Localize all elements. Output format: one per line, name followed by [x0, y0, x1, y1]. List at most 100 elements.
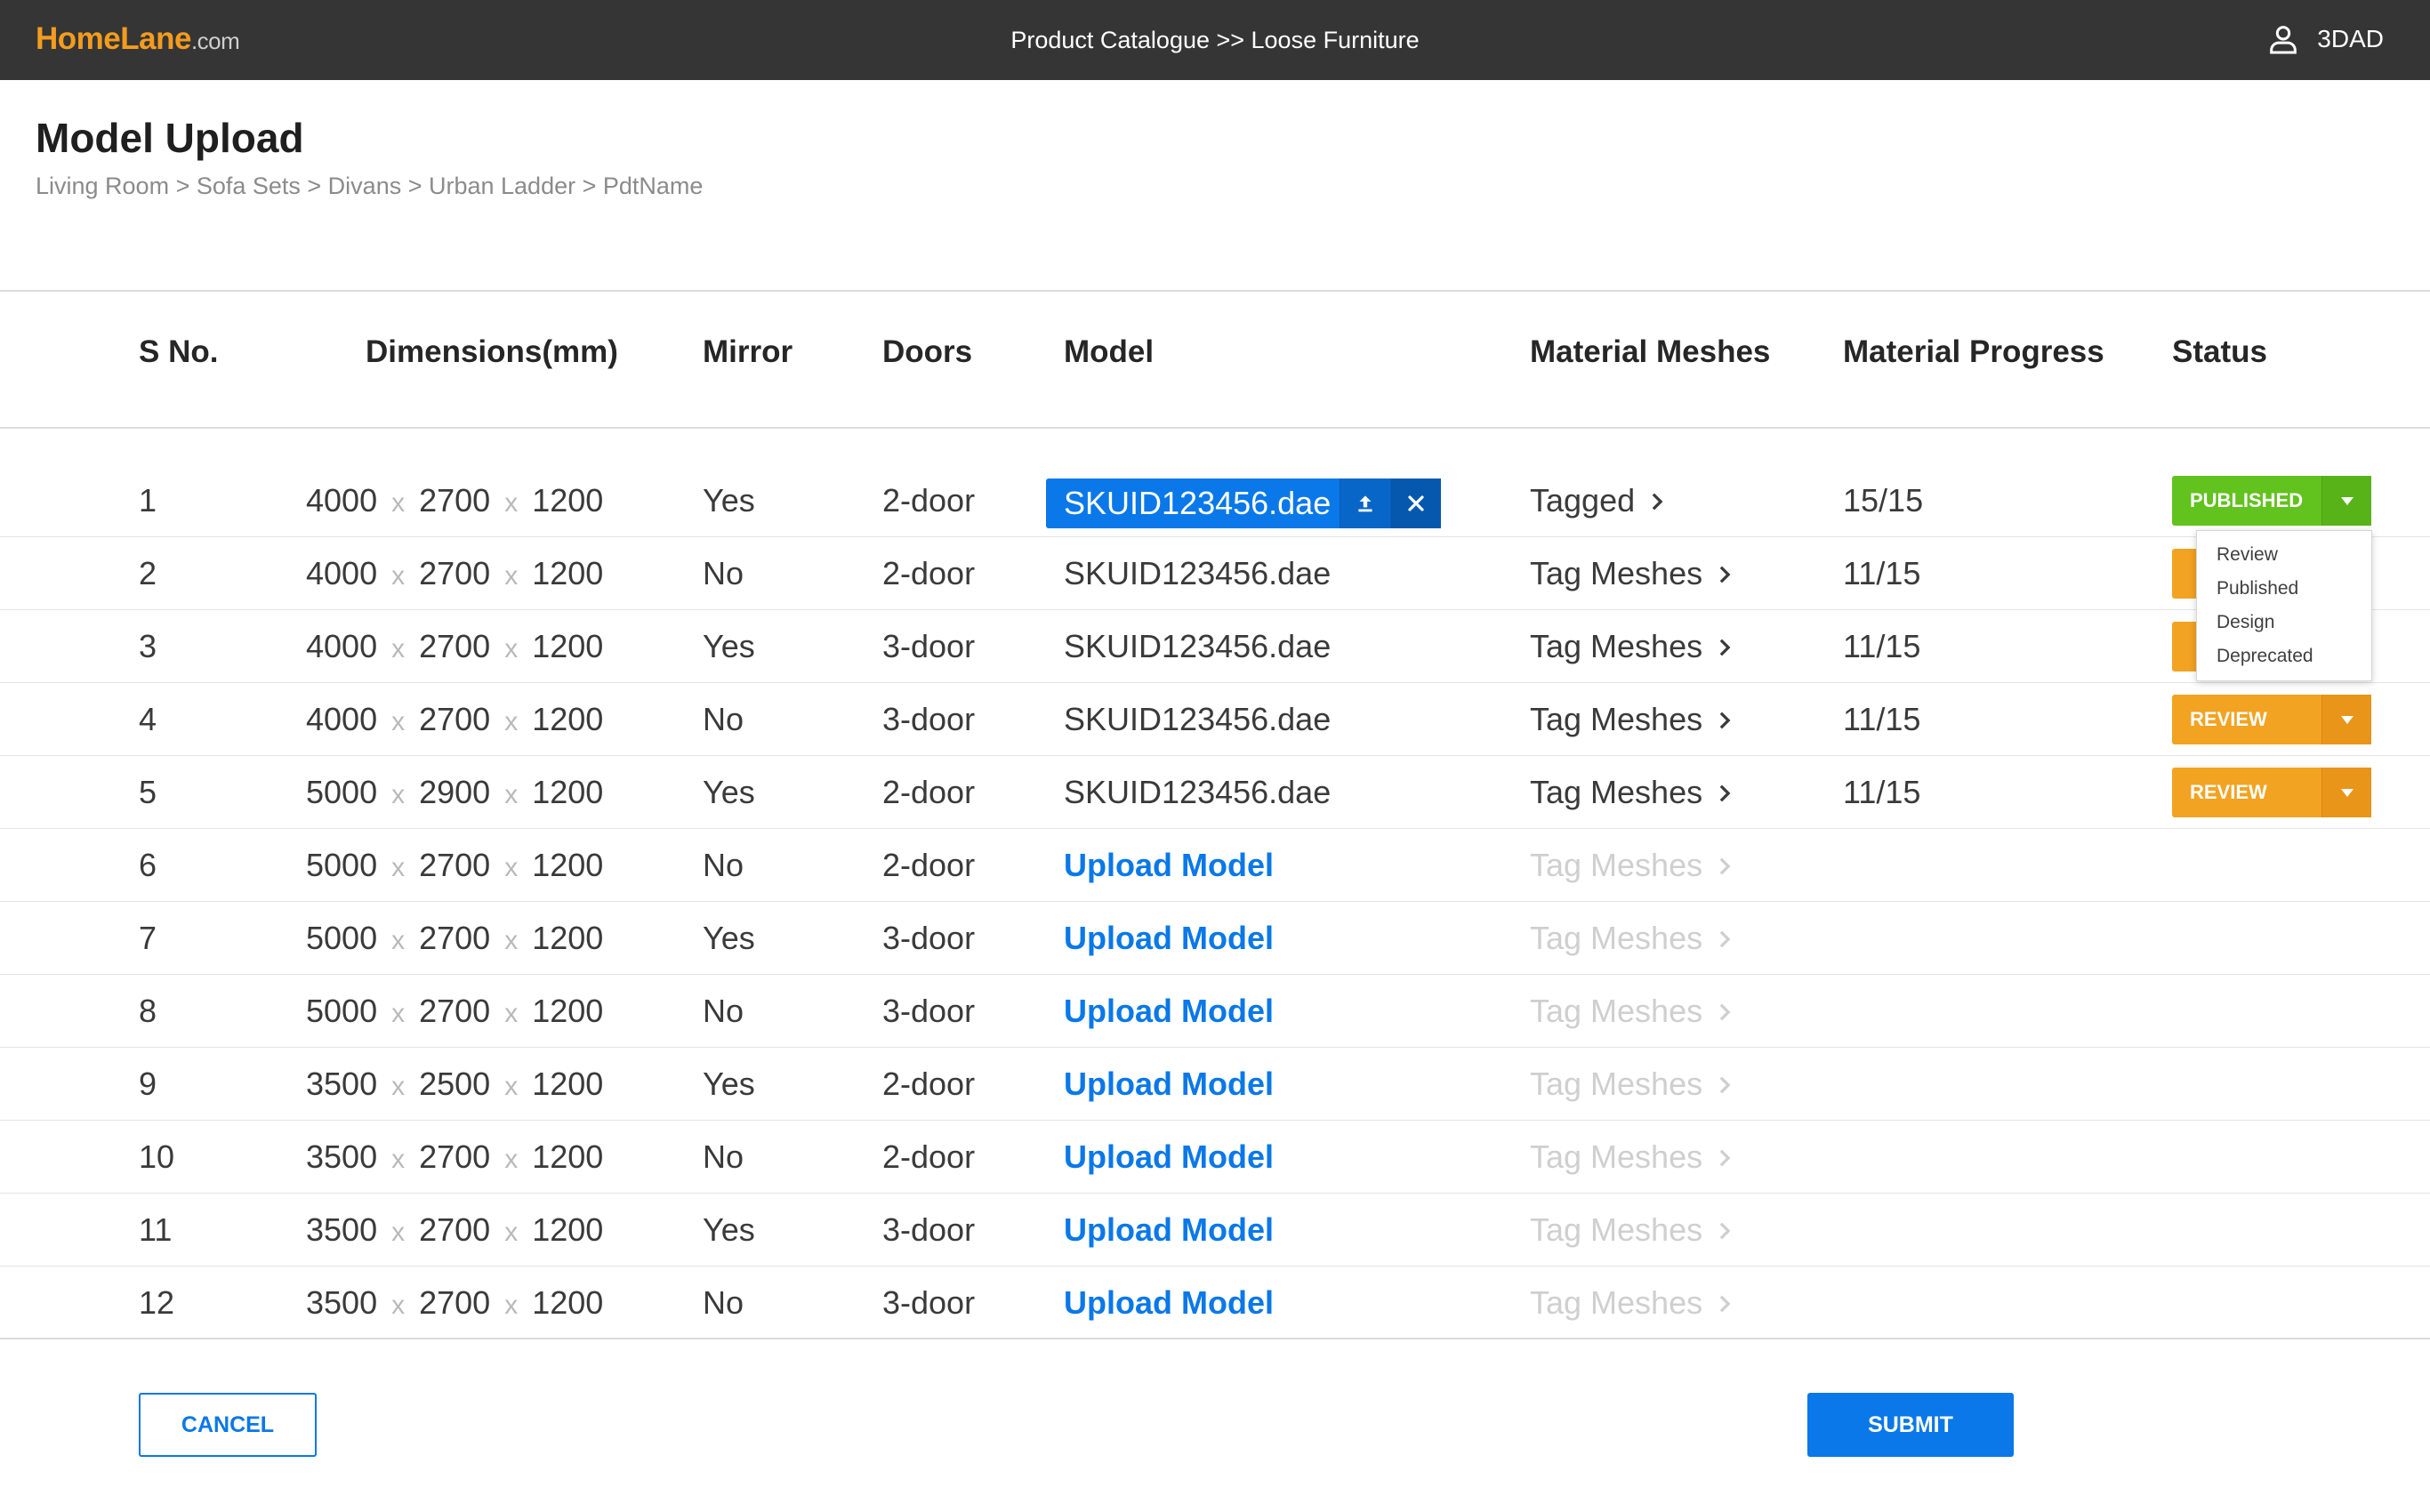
user-menu[interactable]: 3DAD	[2265, 21, 2384, 57]
cell-mirror: No	[703, 847, 744, 883]
material-meshes-label: Tag Meshes	[1530, 628, 1703, 664]
dimension-separator: x	[391, 634, 406, 664]
material-meshes-label: Tag Meshes	[1530, 701, 1703, 737]
dimension-value: 1200	[532, 482, 604, 519]
chevron-right-icon	[1717, 1050, 1733, 1123]
dimension-separator: x	[504, 1145, 519, 1174]
cell-mirror: Yes	[703, 920, 755, 956]
cell-dimensions: 5000 x 2700 x 1200	[306, 975, 603, 1048]
material-meshes-link[interactable]: Tag Meshes	[1530, 756, 1733, 829]
cell-doors: 2-door	[882, 1066, 976, 1102]
cell-sno: 11	[139, 1211, 173, 1248]
upload-model-link[interactable]: Upload Model	[1064, 902, 1274, 975]
status-option-design[interactable]: Design	[2197, 606, 2371, 639]
cell-sno: 5	[139, 774, 157, 810]
cell-dimensions: 5000 x 2700 x 1200	[306, 829, 603, 902]
dimension-separator: x	[391, 488, 406, 518]
column-header-sno: S No.	[139, 334, 219, 369]
table-row: 1 4000 x 2700 x 1200 Yes 2-door SKUID123456.dae T…	[0, 464, 2430, 537]
cell-material-progress: 15/15	[1843, 482, 1924, 519]
dimension-value: 1200	[532, 1284, 604, 1321]
chevron-down-icon[interactable]	[2321, 476, 2371, 526]
table-row: 9 3500 x 2500 x 1200 Yes 2-door Upload Model Tag …	[0, 1048, 2430, 1121]
dimension-value: 5000	[306, 774, 378, 810]
dimension-value: 3500	[306, 1066, 378, 1102]
status-label: REVIEW	[2190, 708, 2267, 730]
upload-icon[interactable]	[1340, 479, 1390, 528]
dimension-value: 1200	[532, 847, 604, 883]
table-header-divider	[0, 427, 2430, 429]
material-meshes-link[interactable]: Tag Meshes	[1530, 537, 1733, 610]
dimension-separator: x	[391, 1291, 406, 1320]
material-meshes-link[interactable]: Tag Meshes	[1530, 610, 1733, 683]
material-meshes-link[interactable]: Tag Meshes	[1530, 683, 1733, 756]
dimension-value: 2700	[419, 847, 491, 883]
material-meshes-label: Tag Meshes	[1530, 1066, 1703, 1102]
table-row: 11 3500 x 2700 x 1200 Yes 3-door Upload Model Tag…	[0, 1194, 2430, 1267]
upload-model-link[interactable]: Upload Model	[1064, 1048, 1274, 1121]
upload-model-link[interactable]: Upload Model	[1064, 1194, 1274, 1267]
chevron-right-icon	[1717, 1196, 1733, 1269]
dimension-separator: x	[504, 1218, 519, 1247]
material-meshes-label: Tag Meshes	[1530, 1211, 1703, 1248]
dimension-separator: x	[391, 1218, 406, 1247]
material-meshes-label: Tag Meshes	[1530, 555, 1703, 591]
dimension-value: 2700	[419, 701, 491, 737]
breadcrumb: Living Room > Sofa Sets > Divans > Urban…	[36, 173, 704, 199]
dimension-value: 4000	[306, 482, 378, 519]
dimension-separator: x	[391, 853, 406, 882]
chevron-right-icon	[1717, 613, 1733, 686]
cell-dimensions: 3500 x 2700 x 1200	[306, 1121, 603, 1194]
status-option-review[interactable]: Review	[2197, 538, 2371, 572]
submit-button[interactable]: SUBMIT	[1807, 1393, 2014, 1457]
upload-model-link[interactable]: Upload Model	[1064, 829, 1274, 902]
cell-sno: 10	[139, 1138, 175, 1175]
chevron-down-icon[interactable]	[2321, 695, 2371, 744]
close-icon[interactable]	[1390, 479, 1441, 528]
cell-sno: 7	[139, 920, 157, 956]
chevron-right-icon	[1717, 977, 1733, 1050]
dimension-value: 2700	[419, 482, 491, 519]
dimension-separator: x	[504, 1291, 519, 1320]
topbar-title: Product Catalogue >> Loose Furniture	[1010, 27, 1420, 53]
dimension-separator: x	[504, 999, 519, 1028]
cancel-button[interactable]: CANCEL	[139, 1393, 317, 1457]
cell-dimensions: 3500 x 2500 x 1200	[306, 1048, 603, 1121]
status-dropdown-menu: Review Published Design Deprecated	[2196, 530, 2372, 681]
chevron-right-icon	[1717, 686, 1733, 759]
table-row: 4 4000 x 2700 x 1200 No 3-door SKUID123456.dae Ta…	[0, 683, 2430, 756]
status-dropdown[interactable]: REVIEW	[2172, 695, 2371, 744]
table-row: 2 4000 x 2700 x 1200 No 2-door SKUID123456.dae Ta…	[0, 537, 2430, 610]
model-file-name: SKUID123456.dae	[1064, 628, 1332, 664]
model-file-chip[interactable]: SKUID123456.dae	[1046, 479, 1441, 528]
chevron-right-icon	[1717, 540, 1733, 613]
upload-model-link[interactable]: Upload Model	[1064, 1121, 1274, 1194]
material-meshes-label: Tag Meshes	[1530, 774, 1703, 810]
table-row: 8 5000 x 2700 x 1200 No 3-door Upload Model Tag M…	[0, 975, 2430, 1048]
cell-dimensions: 4000 x 2700 x 1200	[306, 610, 603, 683]
material-meshes-label: Tag Meshes	[1530, 1138, 1703, 1175]
upload-model-link[interactable]: Upload Model	[1064, 975, 1274, 1048]
status-option-deprecated[interactable]: Deprecated	[2197, 639, 2371, 673]
material-meshes-link[interactable]: Tagged	[1530, 464, 1665, 537]
dimension-value: 2500	[419, 1066, 491, 1102]
upload-model-link[interactable]: Upload Model	[1064, 1267, 1274, 1339]
status-option-published[interactable]: Published	[2197, 572, 2371, 606]
dimension-separator: x	[391, 561, 406, 591]
dimension-separator: x	[391, 999, 406, 1028]
status-dropdown[interactable]: REVIEW	[2172, 768, 2371, 817]
chevron-down-icon[interactable]	[2321, 768, 2371, 817]
cell-dimensions: 5000 x 2700 x 1200	[306, 902, 603, 975]
status-dropdown[interactable]: PUBLISHED	[2172, 476, 2371, 526]
dimension-separator: x	[504, 634, 519, 664]
dimension-separator: x	[391, 780, 406, 809]
cell-doors: 3-door	[882, 1284, 976, 1321]
material-meshes-link: Tag Meshes	[1530, 1048, 1733, 1121]
cell-doors: 3-door	[882, 1211, 976, 1248]
cell-dimensions: 4000 x 2700 x 1200	[306, 537, 603, 610]
user-name: 3DAD	[2317, 25, 2384, 52]
table-header: S No. Dimensions(mm) Mirror Doors Model …	[0, 292, 2430, 427]
dimension-value: 2900	[419, 774, 491, 810]
cell-doors: 2-door	[882, 555, 976, 591]
column-header-dimensions: Dimensions(mm)	[366, 334, 618, 369]
